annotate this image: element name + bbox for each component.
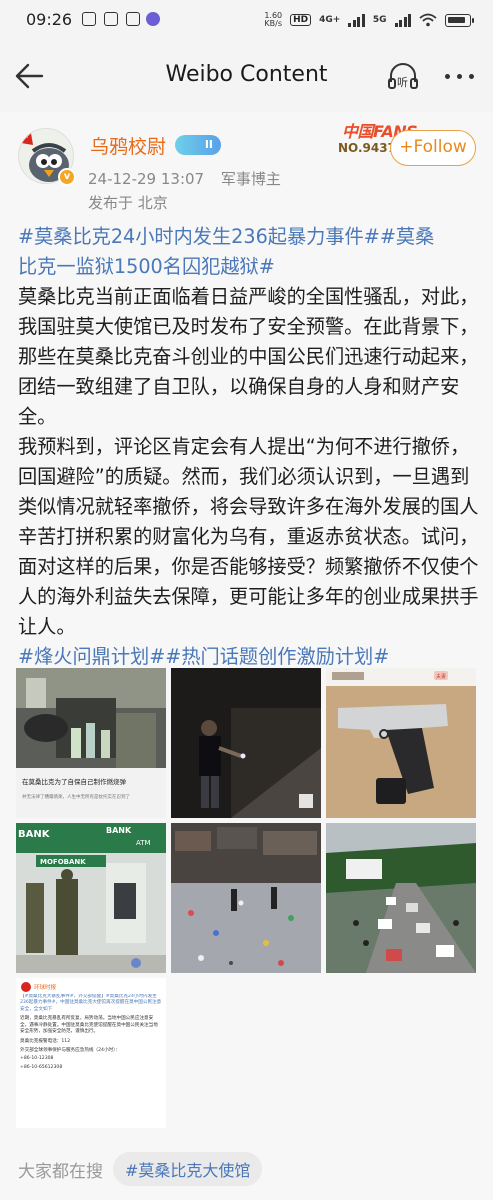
image-7-line-4: +86-10-65612308 xyxy=(20,1064,63,1070)
image-7-line-1: 莫桑比克报警电话：112 xyxy=(20,1039,71,1045)
image-3-tag: 夫妻 xyxy=(436,673,446,680)
follow-button[interactable]: +Follow xyxy=(390,130,476,166)
signal-icon-2 xyxy=(394,13,411,27)
image-7-account: 环球时报 xyxy=(34,983,57,991)
image-5-looted-street[interactable] xyxy=(171,823,321,973)
notification-app-icon xyxy=(146,12,160,26)
battery-icon xyxy=(445,13,474,27)
post-paragraph-1: 莫桑比克当前正面临着日益严峻的全国性骚乱，对此，我国驻莫大使馆已及时发布了安全预… xyxy=(18,285,479,428)
image-7-headline: 【#莫桑比克大暴乱事件#，外交部提醒】#莫桑比克24小时内发生236起暴力事件#… xyxy=(20,994,162,1012)
network-4g-label: 4G+ xyxy=(319,15,341,25)
status-time: 09:26 xyxy=(26,10,73,29)
weibo-post: v 乌鸦校尉 II 24-12-29 13:07 军事博主 发布于 北京 中国F… xyxy=(0,112,493,1200)
tv-app-icon xyxy=(82,12,96,26)
post-content: #莫桑比克24小时内发生236起暴力事件##莫桑 比克一监狱1500名囚犯越狱#… xyxy=(18,222,480,672)
post-location: 发布于 北京 xyxy=(88,194,168,212)
level-badge: II xyxy=(175,135,221,155)
image-7-line-2: 外交部全球领事保护与服务应急热线（24小时）： xyxy=(20,1047,121,1053)
image-4-bank-soldiers[interactable]: BANK BANK ATM MOFOBANK xyxy=(16,823,166,973)
post-paragraph-2: 我预料到，评论区肯定会有人提出“为何不进行撤侨，回国避险”的质疑。然而，我们必须… xyxy=(18,435,479,638)
trending-row: 大家都在搜 #莫桑比克大使馆 xyxy=(18,1152,263,1186)
android-app-icon xyxy=(126,12,140,26)
status-bar: 09:26 1.60 KB/s HD 4G+ 5G xyxy=(0,0,493,40)
image-1-molotov[interactable]: 在莫桑比克为了自保自己制作燃烧弹 并无法律了糟蹋情楽，人生中无所有是枕托实在忍到… xyxy=(16,668,166,818)
image-4-sign-4: MOFOBANK xyxy=(40,858,86,866)
verified-badge-icon: v xyxy=(58,168,76,186)
image-4-sign-3: ATM xyxy=(136,839,151,847)
image-4-sign: BANK xyxy=(18,829,51,840)
svg-text:听: 听 xyxy=(397,76,408,89)
author-role: 军事博主 xyxy=(220,170,281,188)
listen-icon[interactable]: 听 xyxy=(386,60,420,94)
hashtag-top-line2[interactable]: 比克一监狱1500名囚犯越狱# xyxy=(18,252,480,282)
image-1-caption: 在莫桑比克为了自保自己制作燃烧弹 xyxy=(22,777,127,786)
trending-label: 大家都在搜 xyxy=(18,1161,103,1182)
more-dots-icon[interactable] xyxy=(445,74,481,82)
image-1-subcaption: 并无法律了糟蹋情楽，人生中无所有是枕托实在忍到了 xyxy=(22,793,130,800)
trending-chip-embassy[interactable]: #莫桑比克大使馆 xyxy=(113,1152,263,1186)
image-7-body: 近期，莫桑比克暴乱有所反复，局势动荡。当地中国公民应注意安全，遇事冷静处置。中国… xyxy=(20,1016,158,1035)
fans-number: NO.9437 xyxy=(338,141,396,155)
image-2-night-patrol[interactable] xyxy=(171,668,321,818)
image-3-pistol[interactable]: 夫妻 xyxy=(326,668,476,818)
signal-icon-1 xyxy=(348,13,365,27)
network-5g-label: 5G xyxy=(372,15,387,25)
image-6-crowd-traffic[interactable] xyxy=(326,823,476,973)
hashtag-top-line1[interactable]: #莫桑比克24小时内发生236起暴力事件##莫桑 xyxy=(18,222,480,252)
post-meta: 24-12-29 13:07 军事博主 xyxy=(88,168,281,189)
image-app-icon xyxy=(104,12,118,26)
post-timestamp: 24-12-29 13:07 xyxy=(88,170,205,188)
author-name[interactable]: 乌鸦校尉 xyxy=(90,132,166,159)
image-7-line-3: +86-10-12308 xyxy=(20,1056,54,1062)
wifi-icon xyxy=(419,13,437,27)
image-grid: 在莫桑比克为了自保自己制作燃烧弹 并无法律了糟蹋情楽，人生中无所有是枕托实在忍到… xyxy=(16,668,476,1128)
image-4-sign-2: BANK xyxy=(106,826,132,835)
image-7-embassy-notice[interactable]: 环球时报 【#莫桑比克大暴乱事件#，外交部提醒】#莫桑比克24小时内发生236起… xyxy=(16,978,166,1128)
nav-bar: Weibo Content 听 xyxy=(0,40,493,112)
hd-voice-icon: HD xyxy=(290,14,312,26)
network-speed: 1.60 KB/s xyxy=(264,11,283,28)
